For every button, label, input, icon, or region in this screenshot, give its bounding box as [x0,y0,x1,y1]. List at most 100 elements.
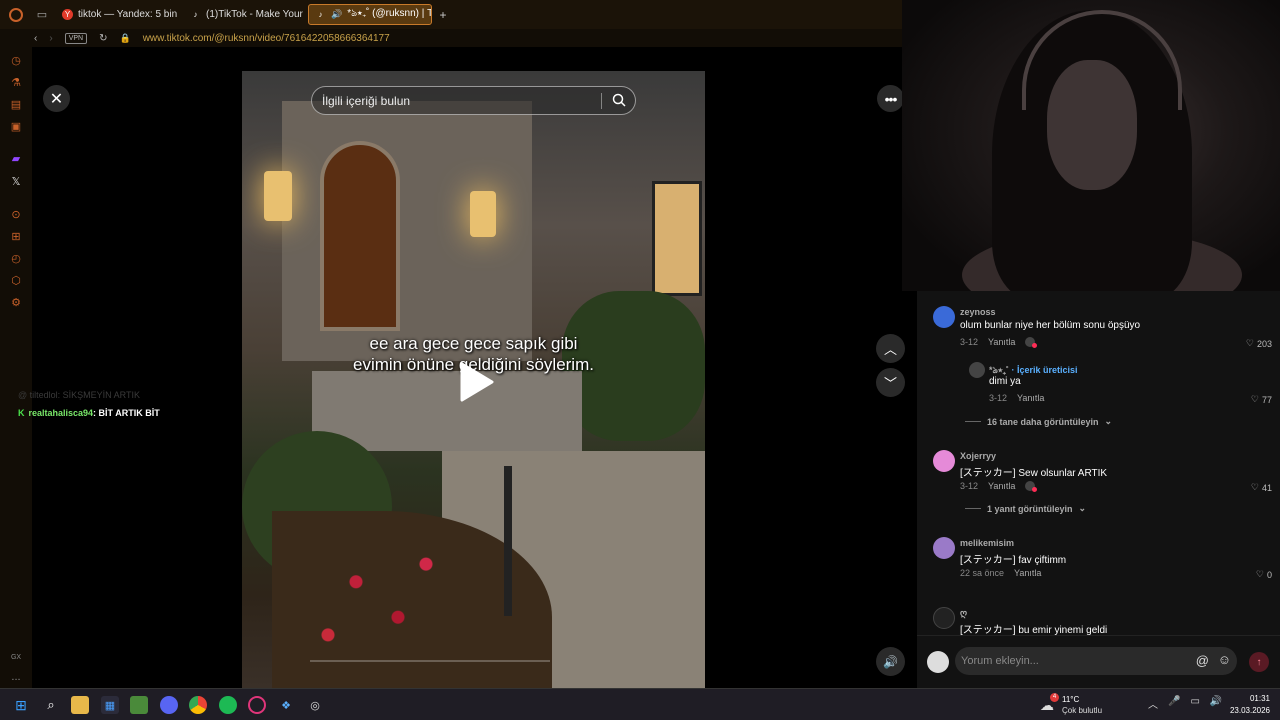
yandex-favicon-icon: Y [62,9,73,20]
like-button[interactable]: ♡ 0 [1256,569,1272,580]
tab-tiktok-video[interactable]: ♪ 🔊 *ঌ⭑₊˚ (@ruksnn) | Ti [308,4,432,25]
file-explorer-icon[interactable] [71,696,89,714]
app-icon[interactable]: ◎ [306,696,324,714]
comment-date: 3-12 [960,337,979,347]
more-options-button[interactable]: ••• [877,85,904,112]
emoji-icon[interactable]: ☺ [1218,652,1231,667]
reload-icon[interactable]: ↻ [99,33,107,44]
speaker-icon[interactable]: 🔊 [1210,696,1222,711]
creator-liked-icon [1025,337,1038,348]
previous-video-button[interactable]: ︿ [876,334,905,363]
windows-taskbar: ⊞ ⌕ ▦ ❖ ◎ ☁ 4 11°C Çok bulutlu ︿ 🎤 ▭ 🔊 0… [0,688,1280,720]
player-icon[interactable]: ⊙ [9,207,23,221]
reply-button[interactable]: Yanıtla [1017,393,1044,403]
discord-icon[interactable] [160,696,178,714]
comment-text: [ステッカー] fav çiftimm [960,555,1067,566]
opera-gx-logo-icon[interactable] [0,0,32,29]
related-search-input[interactable]: İlgili içeriği bulun [311,86,636,115]
clock-time: 01:31 [1249,694,1270,703]
search-icon[interactable]: ⌕ [42,696,60,714]
video-progress-bar[interactable] [310,660,550,662]
screen: ▭ Y tiktok — Yandex: 5 bin son ♪ (1)TikT… [0,0,1280,720]
ellipsis-icon: ••• [884,90,898,107]
next-video-button[interactable]: ﹀ [876,368,905,397]
like-button[interactable]: ♡ 203 [1246,338,1272,349]
extensions-icon[interactable]: ⊞ [9,229,23,243]
gx-control-icon[interactable]: ⚗ [9,75,23,89]
volume-button[interactable]: 🔊 [876,647,905,676]
opera-gx-icon[interactable] [248,696,266,714]
avatar[interactable] [969,362,985,378]
system-clock[interactable]: 01:31 23.03.2026 [1230,693,1270,717]
new-tab-button[interactable]: + [436,8,450,22]
reply-button[interactable]: Yanıtla [988,337,1015,347]
twitch-icon[interactable]: ▰ [9,151,23,165]
url-field[interactable]: www.tiktok.com/@ruksnn/video/76164220586… [143,33,390,44]
divider [965,421,981,422]
history-icon[interactable]: ◴ [9,251,23,265]
chat-username: realtahalisca94 [28,408,94,418]
spotify-icon[interactable] [219,696,237,714]
view-more-replies-button[interactable]: 16 tane daha görüntüleyin ⌄ [965,416,1112,427]
creator-username[interactable]: *ঌ⭑₊˚ [989,365,1009,375]
chat-faded-message: @ tiltedlol: SİKŞMEYİN ARTIK [18,390,141,400]
search-placeholder: İlgili içeriği bulun [322,93,411,108]
tab-yandex[interactable]: Y tiktok — Yandex: 5 bin son [56,4,180,25]
x-twitter-icon[interactable]: 𝕏 [9,174,23,188]
comment-username[interactable]: melikemisim [960,538,1014,548]
mention-icon[interactable]: @ [1196,653,1209,668]
app-icon[interactable]: ❖ [277,696,295,714]
avatar[interactable] [933,537,955,559]
lock-icon[interactable]: 🔒 [119,33,130,44]
back-icon[interactable]: ‹ [34,33,37,44]
speed-dial-icon[interactable]: ◷ [9,53,23,67]
like-button[interactable]: ♡ 77 [1251,394,1272,405]
gx-cleaner-icon[interactable]: ▤ [9,97,23,111]
forward-icon[interactable]: › [49,33,52,44]
close-icon: ✕ [49,90,64,108]
like-button[interactable]: ♡ 41 [1251,482,1272,493]
display-icon[interactable]: ▭ [1190,696,1199,711]
reply-button[interactable]: Yanıtla [1014,568,1041,578]
comment-meta: 22 sa önce Yanıtla [960,568,1041,578]
kick-icon: K [18,408,25,418]
avatar[interactable] [927,651,949,673]
search-icon[interactable] [612,93,626,107]
comment-date: 22 sa önce [960,568,1005,578]
video-window [652,181,702,296]
vpn-badge[interactable]: VPN [64,32,88,44]
chevron-up-icon[interactable]: ︿ [1148,696,1158,711]
tiktok-favicon-icon: ♪ [193,10,198,19]
view-more-replies-button[interactable]: 1 yanıt görüntüleyin ⌄ [965,503,1086,514]
comments-panel: zeynoss olum bunlar niye her bölüm sonu … [917,291,1280,635]
comment-input[interactable]: Yorum ekleyin... @ ☺ [955,647,1237,675]
weather-widget[interactable]: ☁ 4 11°C Çok bulutlu [1040,693,1120,717]
settings-gear-icon[interactable]: ⚙ [9,295,23,309]
creator-liked-icon [1025,481,1038,492]
comment-date: 3-12 [989,393,1008,403]
reply-button[interactable]: Yanıtla [988,481,1015,491]
minecraft-icon[interactable] [130,696,148,714]
close-video-button[interactable]: ✕ [43,85,70,112]
gx-corner-icon[interactable]: ▣ [9,119,23,133]
more-icon[interactable]: ... [9,670,23,684]
tab-tiktok-home[interactable]: ♪ (1)TikTok - Make Your Day [184,4,305,25]
microphone-icon[interactable]: 🎤 [1168,696,1180,711]
workspace-icon[interactable]: ▭ [32,0,52,29]
store-icon[interactable]: ▦ [101,696,119,714]
comment-username[interactable]: zeynoss [960,307,996,317]
tab-label: (1)TikTok - Make Your Day [206,9,304,20]
speaker-icon[interactable]: 🔊 [331,9,342,20]
creator-tag: · İçerik üreticisi [1011,365,1078,375]
play-icon[interactable] [456,360,496,404]
avatar[interactable] [933,306,955,328]
chevron-down-icon: ⌄ [1078,503,1087,513]
comment-username[interactable]: Xojerryy [960,451,996,461]
windows-start-icon[interactable]: ⊞ [12,696,30,714]
comment-username[interactable]: ღ [960,608,967,619]
chrome-icon[interactable] [189,696,207,714]
send-comment-button[interactable]: ↑ [1249,652,1269,672]
pinboard-icon[interactable]: ⬡ [9,273,23,287]
avatar[interactable] [933,607,955,629]
avatar[interactable] [933,450,955,472]
